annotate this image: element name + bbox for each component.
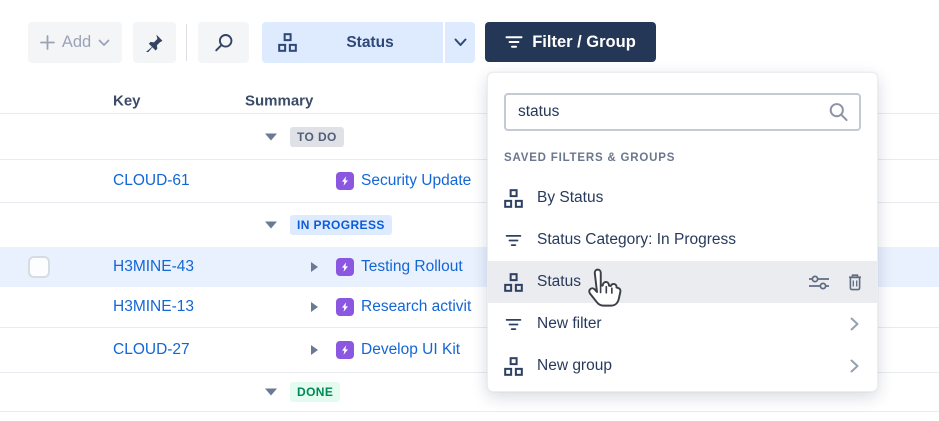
expand-arrow-icon[interactable]: [311, 345, 318, 355]
item-actions: [808, 273, 863, 291]
dropdown-item-label: Status: [537, 273, 581, 291]
toolbar: Add Status Filter / Group: [0, 0, 939, 80]
group-icon: [504, 357, 523, 376]
dropdown-item-status-category[interactable]: Status Category: In Progress: [488, 219, 877, 261]
status-lozenge-todo: TO DO: [290, 127, 344, 147]
grouping-selector-label: Status: [297, 34, 443, 52]
delete-trash-icon[interactable]: [847, 273, 863, 291]
group-icon: [504, 273, 523, 292]
expand-arrow-icon[interactable]: [311, 262, 318, 272]
add-button[interactable]: Add: [28, 22, 122, 63]
collapse-triangle-icon[interactable]: [265, 133, 277, 140]
issue-summary-link[interactable]: Testing Rollout: [361, 258, 463, 276]
collapse-triangle-icon[interactable]: [265, 221, 277, 228]
dropdown-item-label: By Status: [537, 189, 603, 207]
dropdown-item-status[interactable]: Status: [488, 261, 877, 303]
column-header-key[interactable]: Key: [113, 92, 141, 109]
structure-board: Add Status Filter / Group Key Summary: [0, 0, 939, 421]
saved-filters-section-header: SAVED FILTERS & GROUPS: [504, 152, 861, 166]
group-icon: [504, 189, 523, 208]
column-header-summary[interactable]: Summary: [245, 92, 313, 109]
issue-key-link[interactable]: CLOUD-61: [113, 172, 190, 190]
dropdown-search-box[interactable]: [504, 93, 861, 131]
dropdown-item-label: Status Category: In Progress: [537, 231, 736, 249]
status-lozenge-inprogress: IN PROGRESS: [290, 215, 392, 235]
chevron-down-icon: [454, 38, 467, 47]
filter-group-dropdown: SAVED FILTERS & GROUPS By Status Status …: [487, 72, 878, 392]
epic-issue-type-icon: [336, 172, 354, 190]
settings-sliders-icon[interactable]: [808, 275, 830, 290]
search-icon: [827, 101, 849, 123]
epic-issue-type-icon: [336, 258, 354, 276]
epic-issue-type-icon: [336, 298, 354, 316]
filter-group-button[interactable]: Filter / Group: [485, 22, 656, 62]
pin-button[interactable]: [133, 22, 176, 63]
filter-icon: [504, 234, 523, 247]
row-checkbox[interactable]: [28, 256, 50, 278]
issue-key-link[interactable]: CLOUD-27: [113, 341, 190, 359]
collapse-triangle-icon[interactable]: [265, 389, 277, 396]
dropdown-item-by-status[interactable]: By Status: [488, 177, 877, 219]
grouping-selector[interactable]: Status: [262, 22, 475, 63]
dropdown-item-new-filter[interactable]: New filter: [488, 303, 877, 345]
dropdown-search-input[interactable]: [518, 103, 827, 121]
dropdown-item-list: By Status Status Category: In Progress S…: [488, 177, 877, 387]
search-button[interactable]: [198, 22, 249, 63]
dropdown-item-label: New group: [537, 357, 612, 375]
epic-issue-type-icon: [336, 341, 354, 359]
search-icon: [214, 33, 234, 53]
filter-icon: [504, 318, 523, 331]
issue-summary-link[interactable]: Research activit: [361, 298, 471, 316]
pin-icon: [145, 33, 164, 52]
issue-summary-link[interactable]: Security Update: [361, 172, 471, 190]
plus-icon: [40, 35, 55, 50]
toolbar-divider: [186, 24, 187, 61]
submenu-chevron-right-icon: [850, 317, 859, 331]
filter-group-button-label: Filter / Group: [532, 33, 636, 52]
issue-key-link[interactable]: H3MINE-13: [113, 298, 194, 316]
add-button-label: Add: [62, 33, 91, 52]
status-lozenge-done: DONE: [290, 382, 340, 402]
group-icon: [278, 33, 297, 52]
expand-arrow-icon[interactable]: [311, 302, 318, 312]
issue-summary-link[interactable]: Develop UI Kit: [361, 341, 460, 359]
grouping-selector-chevron[interactable]: [445, 38, 475, 47]
submenu-chevron-right-icon: [850, 359, 859, 373]
issue-key-link[interactable]: H3MINE-43: [113, 258, 194, 276]
dropdown-item-new-group[interactable]: New group: [488, 345, 877, 387]
dropdown-item-label: New filter: [537, 315, 602, 333]
filter-icon: [505, 35, 523, 49]
chevron-down-icon: [98, 39, 110, 47]
